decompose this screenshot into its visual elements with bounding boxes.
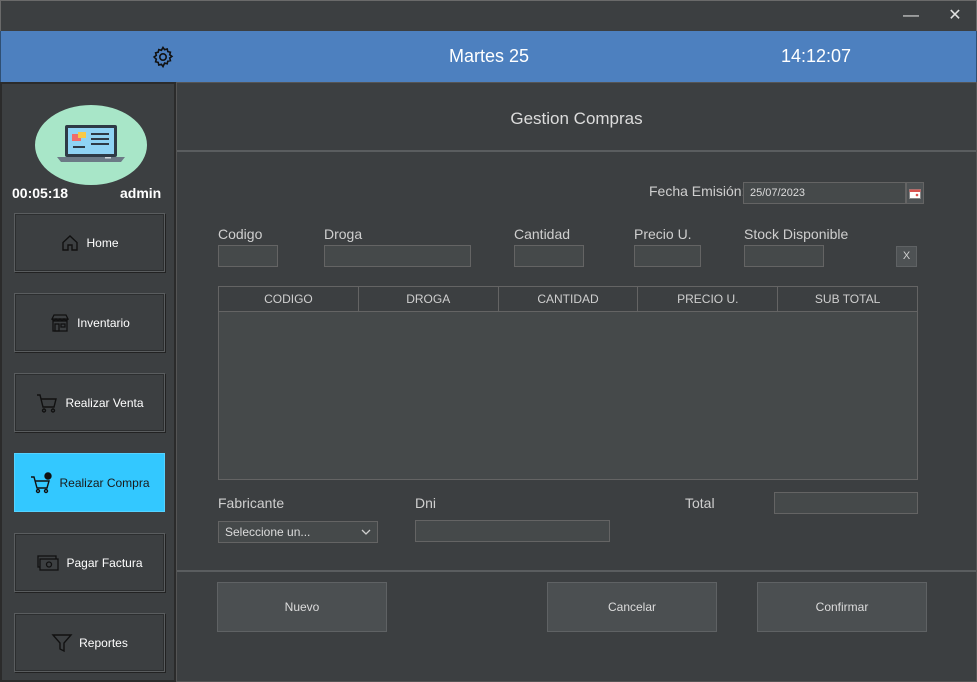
nav-inventario-label: Inventario: [77, 315, 130, 330]
nav-home-button[interactable]: Home: [14, 213, 165, 272]
nav-home-label: Home: [86, 235, 119, 250]
nav-factura-label: Pagar Factura: [66, 555, 143, 570]
minimize-button[interactable]: —: [897, 5, 925, 27]
main-panel: Gestion Compras Fecha Emisión: 25/07/202…: [176, 82, 977, 682]
nav-reportes-button[interactable]: Reportes: [14, 613, 165, 672]
dni-label: Dni: [415, 495, 437, 511]
fabricante-select[interactable]: Seleccione un...: [218, 521, 378, 543]
cart-icon: [37, 393, 58, 413]
droga-field[interactable]: [324, 245, 471, 267]
session-timer: 00:05:18: [12, 185, 69, 201]
store-icon: [51, 313, 70, 332]
cantidad-field[interactable]: [514, 245, 584, 267]
close-button[interactable]: ✕: [941, 5, 969, 27]
clear-button[interactable]: X: [896, 246, 917, 267]
cancelar-button[interactable]: Cancelar: [547, 582, 717, 632]
fecha-emision-label: Fecha Emisión:: [649, 183, 746, 199]
table-header: CODIGO DROGA CANTIDAD PRECIO U. SUB TOTA…: [219, 287, 917, 312]
calendar-button[interactable]: [906, 182, 924, 204]
column-header-subtotal[interactable]: SUB TOTAL: [778, 287, 917, 311]
chevron-down-icon: [361, 529, 371, 535]
nav-compra-button[interactable]: Realizar Compra: [14, 453, 165, 512]
total-field: [774, 492, 918, 514]
cantidad-label: Cantidad: [514, 226, 571, 242]
stock-field[interactable]: [744, 245, 824, 267]
total-label: Total: [685, 495, 715, 511]
page-title: Gestion Compras: [510, 109, 643, 128]
home-icon: [62, 234, 79, 251]
precio-field[interactable]: [634, 245, 701, 267]
stock-label: Stock Disponible: [744, 226, 849, 242]
laptop-icon: [57, 125, 125, 162]
nuevo-button[interactable]: Nuevo: [217, 582, 387, 632]
dni-field[interactable]: [415, 520, 610, 542]
fecha-emision-field[interactable]: 25/07/2023: [743, 182, 906, 204]
nav-inventario-button[interactable]: Inventario: [14, 293, 165, 352]
codigo-field[interactable]: [218, 245, 278, 267]
window-titlebar: — ✕: [0, 0, 977, 31]
column-header-cantidad[interactable]: CANTIDAD: [499, 287, 639, 311]
gear-icon[interactable]: [151, 45, 175, 69]
money-icon: [37, 554, 60, 571]
sidebar: 00:05:18 admin Home Inventario Realizar …: [0, 82, 176, 682]
filter-icon: [51, 633, 73, 652]
page-header: Gestion Compras: [177, 83, 976, 152]
droga-label: Droga: [324, 226, 363, 242]
top-bar: Martes 25 14:12:07: [0, 31, 977, 82]
nav-reportes-label: Reportes: [79, 635, 128, 650]
current-day: Martes 25: [448, 46, 530, 66]
precio-label: Precio U.: [634, 226, 692, 242]
column-header-droga[interactable]: DROGA: [359, 287, 499, 311]
cart-add-icon: [31, 471, 53, 493]
nav-compra-label: Realizar Compra: [59, 475, 150, 490]
column-header-codigo[interactable]: CODIGO: [219, 287, 359, 311]
session-user: admin: [120, 185, 162, 201]
fabricante-selected-value: Seleccione un...: [225, 525, 311, 539]
current-time: 14:12:07: [780, 46, 852, 66]
nav-factura-button[interactable]: Pagar Factura: [14, 533, 165, 592]
column-header-precio[interactable]: PRECIO U.: [638, 287, 779, 311]
nav-venta-button[interactable]: Realizar Venta: [14, 373, 165, 432]
calendar-icon: [909, 188, 921, 199]
nav-venta-label: Realizar Venta: [65, 395, 144, 410]
fabricante-label: Fabricante: [218, 495, 285, 511]
confirmar-button[interactable]: Confirmar: [757, 582, 927, 632]
items-table[interactable]: CODIGO DROGA CANTIDAD PRECIO U. SUB TOTA…: [218, 286, 918, 480]
avatar: [35, 105, 147, 185]
codigo-label: Codigo: [218, 226, 263, 242]
